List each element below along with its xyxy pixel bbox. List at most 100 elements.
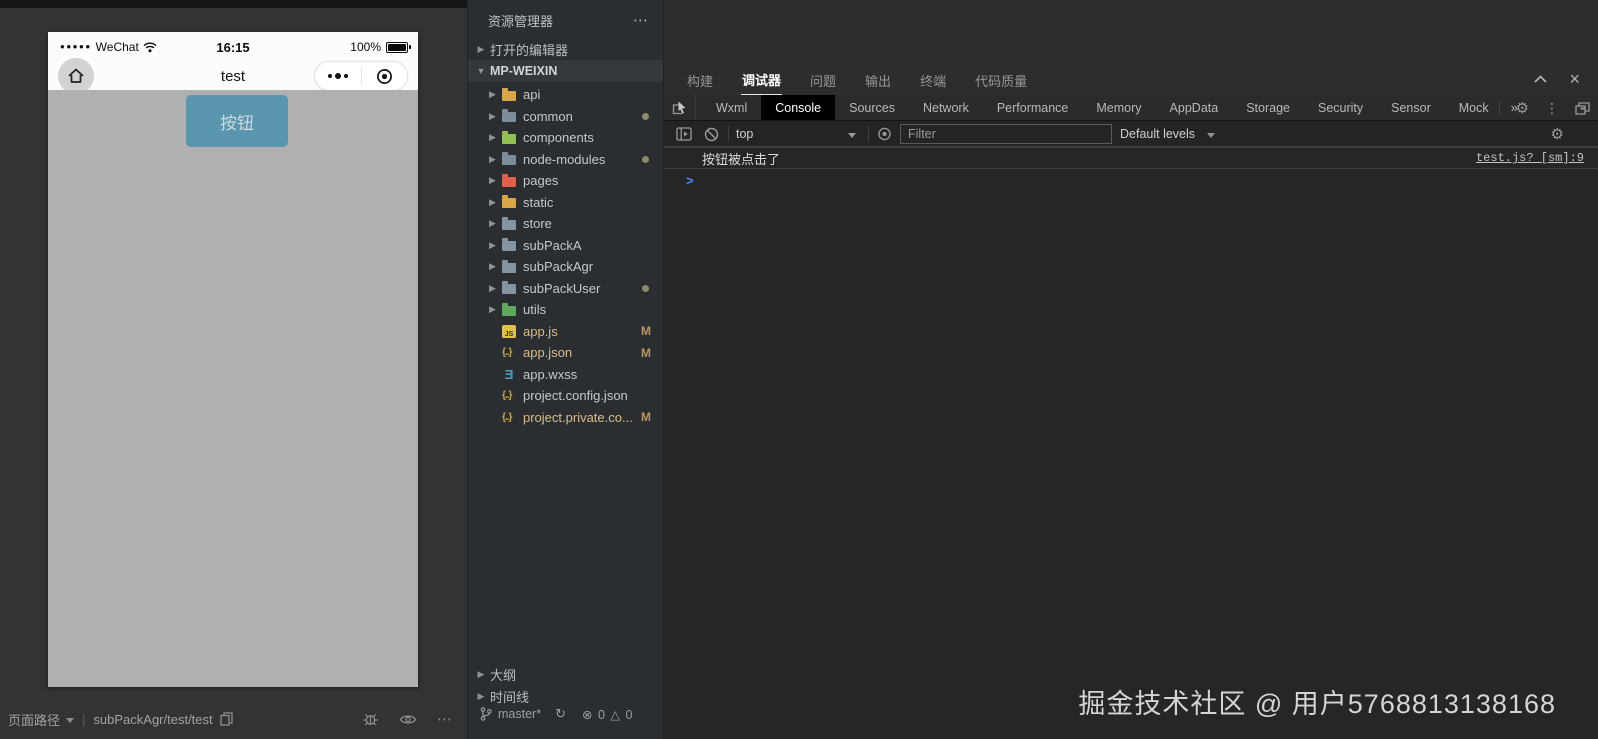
devtools-tab-bar: Wxml Console Sources Network Performance Memo… — [664, 95, 1598, 121]
undock-icon[interactable] — [1575, 101, 1590, 115]
console-eye-button[interactable] — [876, 121, 893, 147]
devtools-tab-sources[interactable]: Sources — [835, 95, 909, 120]
live-expression-eye-icon — [878, 127, 891, 141]
minimize-target-button[interactable] — [362, 68, 408, 85]
devtools-settings-icon[interactable]: ⚙ — [1516, 99, 1529, 117]
git-sync-icon[interactable]: ↻ — [555, 706, 566, 722]
simulator-footer-icons: ⋯ — [362, 710, 453, 728]
tree-item-api[interactable]: ▶ api — [468, 84, 663, 106]
tree-item-label: subPackUser — [523, 280, 601, 296]
devtools-tab-sensor[interactable]: Sensor — [1377, 95, 1445, 120]
chevron-down-icon: ▼ — [476, 66, 486, 76]
debugger-tab-2[interactable]: 问题 — [809, 66, 837, 95]
tree-item-label: app.json — [523, 345, 573, 361]
error-count: 0 — [597, 707, 606, 722]
tree-item-common[interactable]: ▶ common — [468, 106, 663, 128]
devtools-tab-appdata[interactable]: AppData — [1156, 95, 1233, 120]
mini-program-button[interactable]: 按钮 — [186, 95, 288, 147]
console-filter-input[interactable] — [900, 124, 1112, 144]
git-branch-name[interactable]: master* — [498, 707, 541, 721]
tree-item-app.js[interactable]: JS app.js M — [468, 321, 663, 343]
tree-item-utils[interactable]: ▶ utils — [468, 299, 663, 321]
devtools-tab-memory[interactable]: Memory — [1082, 95, 1155, 120]
open-editors-label: 打开的编辑器 — [490, 42, 569, 58]
explorer-header: 资源管理器 ⋯ — [468, 8, 663, 32]
status-dot-icon — [642, 112, 649, 120]
chevron-right-icon: ▶ — [489, 282, 496, 293]
show-console-sidebar-button[interactable] — [676, 121, 692, 147]
git-modified-badge: M — [641, 345, 651, 360]
chevron-right-icon: ▶ — [489, 153, 496, 164]
tree-item-subpackagr[interactable]: ▶ subPackAgr — [468, 256, 663, 278]
tree-item-label: api — [523, 87, 541, 103]
timeline-section[interactable]: ▶ 时间线 — [468, 685, 663, 707]
battery-icon — [386, 41, 411, 53]
clear-console-button[interactable] — [704, 121, 719, 147]
page-path-label: 页面路径 — [8, 712, 61, 728]
phone-header: 16:15 ●●●●● WeChat 100% test — [48, 32, 418, 94]
page-path-dropdown[interactable]: 页面路径 — [8, 710, 75, 729]
tree-item-app.wxss[interactable]: Eapp.wxss — [468, 364, 663, 386]
divider — [868, 126, 869, 142]
warning-icon: △ — [610, 707, 622, 722]
more-menu-button[interactable] — [315, 73, 361, 79]
devtools-tab-storage[interactable]: Storage — [1232, 95, 1304, 120]
log-levels-dropdown[interactable]: Default levels — [1120, 121, 1216, 147]
console-input-row[interactable]: > — [664, 169, 1598, 191]
tree-item-label: subPackAgr — [523, 259, 594, 275]
console-sidebar-icon — [676, 127, 692, 141]
outline-section[interactable]: ▶ 大纲 — [468, 663, 663, 685]
tree-item-label: subPackA — [523, 237, 582, 253]
debugger-tab-4[interactable]: 终端 — [919, 66, 947, 95]
tree-item-components[interactable]: ▶ components — [468, 127, 663, 149]
devtools-tab-mock[interactable]: Mock — [1445, 95, 1503, 120]
devtools-menu-icon[interactable]: ⋮ — [1545, 100, 1559, 117]
problem-counts[interactable]: ⊗ 0 △ 0 — [582, 707, 633, 722]
preview-eye-icon[interactable] — [399, 713, 417, 726]
devtools-tab-wxml[interactable]: Wxml — [702, 95, 761, 120]
close-panel-icon[interactable]: × — [1569, 70, 1580, 88]
debugger-tab-5[interactable]: 代码质量 — [974, 66, 1028, 95]
capsule-menu — [314, 61, 408, 91]
status-dot-icon — [642, 284, 649, 292]
tree-item-static[interactable]: ▶ static — [468, 192, 663, 214]
tree-item-label: static — [523, 194, 554, 210]
tree-item-store[interactable]: ▶ store — [468, 213, 663, 235]
debugger-tab-3[interactable]: 输出 — [864, 66, 892, 95]
tree-item-label: common — [523, 108, 573, 124]
tree-item-project.config.json[interactable]: {..} project.config.json — [468, 385, 663, 407]
tree-item-subpackuser[interactable]: ▶ subPackUser — [468, 278, 663, 300]
debugger-tab-0[interactable]: 构建 — [686, 66, 714, 95]
tree-item-label: node-modules — [523, 151, 606, 167]
copy-path-icon[interactable] — [219, 712, 233, 726]
devtools-tab-security[interactable]: Security — [1304, 95, 1377, 120]
chevron-right-icon: ▶ — [489, 175, 496, 186]
folder-icon — [502, 109, 516, 123]
devtools-tab-console[interactable]: Console — [761, 95, 836, 120]
folder-icon — [502, 152, 516, 166]
open-editors-section[interactable]: ▶ 打开的编辑器 — [468, 38, 663, 60]
tree-item-pages[interactable]: ▶ pages — [468, 170, 663, 192]
more-actions-icon[interactable]: ⋯ — [437, 710, 453, 728]
collapse-panel-icon[interactable] — [1534, 75, 1548, 83]
window-controls: × — [1534, 70, 1580, 88]
project-root-section[interactable]: ▼ MP-WEIXIN — [468, 60, 663, 82]
context-selector[interactable]: top — [736, 121, 864, 147]
project-root-label: MP-WEIXIN — [490, 64, 558, 78]
console-source-link[interactable]: test.js? [sm]:9 — [1476, 151, 1584, 165]
simulator-footer-bar: 页面路径 | subPackAgr/test/test ⋯ — [0, 705, 467, 739]
tree-item-project.private.co...[interactable]: {..} project.private.co... M — [468, 407, 663, 429]
divider — [1498, 100, 1500, 116]
clear-console-icon — [704, 127, 719, 141]
debug-bug-icon[interactable] — [362, 711, 379, 727]
tree-item-node-modules[interactable]: ▶ node-modules — [468, 149, 663, 171]
explorer-more-icon[interactable]: ⋯ — [633, 11, 649, 29]
console-settings-button[interactable]: ⚙ — [1551, 121, 1564, 147]
devtools-tab-network[interactable]: Network — [909, 95, 983, 120]
inspect-element-button[interactable] — [664, 95, 696, 120]
debugger-tab-1[interactable]: 调试器 — [741, 65, 783, 96]
chevron-right-icon: ▶ — [489, 304, 496, 315]
devtools-tab-performance[interactable]: Performance — [983, 95, 1083, 120]
tree-item-app.json[interactable]: {..} app.json M — [468, 342, 663, 364]
tree-item-subpacka[interactable]: ▶ subPackA — [468, 235, 663, 257]
